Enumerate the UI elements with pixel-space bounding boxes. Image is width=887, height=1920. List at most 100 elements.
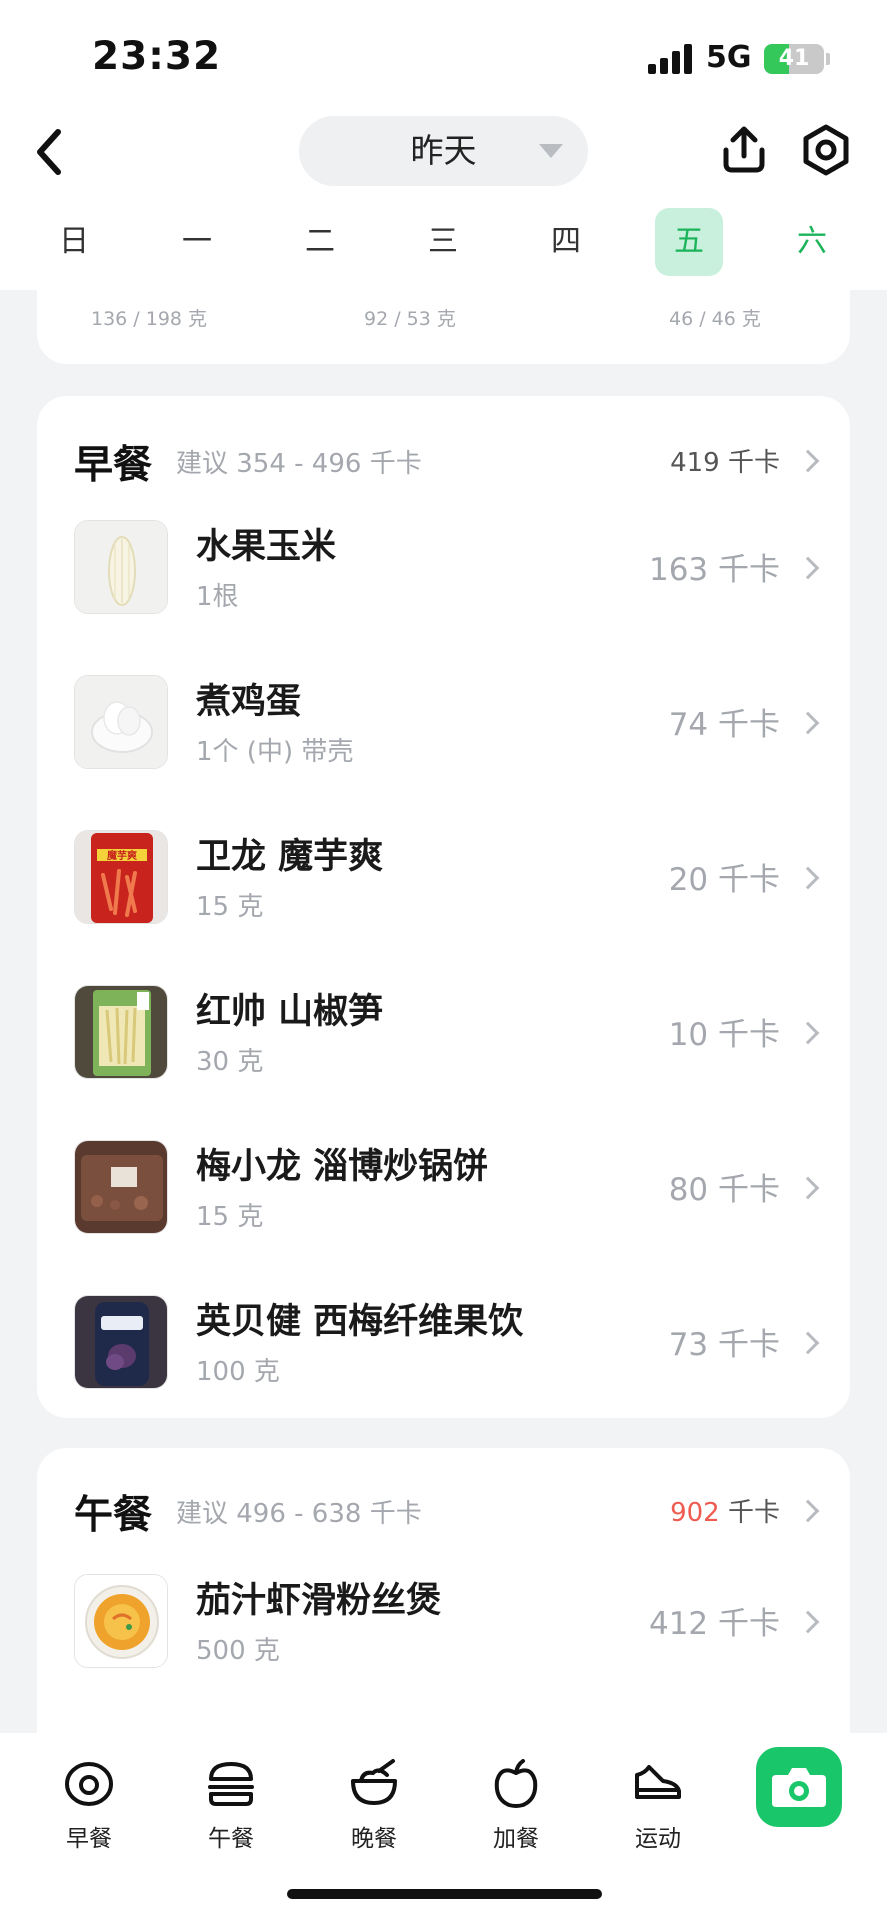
meal-total-unit: 千卡	[727, 448, 780, 478]
breakfast-card: 早餐 建议 354 - 496 千卡 419 千卡 水果玉米 1根 163 千卡	[37, 396, 850, 1418]
weekday-wed[interactable]: 三	[409, 208, 477, 276]
tab-breakfast[interactable]: 早餐	[34, 1747, 144, 1857]
meal-suggestion: 建议 354 - 496 千卡	[176, 449, 422, 479]
food-calories: 74 千卡	[668, 707, 780, 743]
food-item[interactable]: 英贝健 西梅纤维果饮 100 克 73 千卡	[37, 1291, 850, 1446]
chevron-right-icon	[796, 1610, 820, 1634]
share-button[interactable]	[718, 124, 770, 176]
carbs-amount: 136 / 198 克	[91, 308, 208, 330]
meal-suggestion: 建议 496 - 638 千卡	[176, 1499, 422, 1529]
network-type: 5G	[706, 40, 752, 75]
weekday-mon[interactable]: 一	[163, 208, 231, 276]
food-quantity: 15 克	[196, 892, 264, 922]
protein-amount: 46 / 46 克	[669, 308, 761, 330]
weekday-thu[interactable]: 四	[532, 208, 600, 276]
battery-icon: 41	[764, 44, 824, 74]
settings-button[interactable]	[800, 124, 852, 176]
chevron-left-icon	[37, 129, 61, 175]
food-calories: 163 千卡	[648, 552, 780, 588]
food-thumbnail-bamboo-shoots	[74, 985, 168, 1079]
food-calories: 73 千卡	[668, 1327, 780, 1363]
camera-button[interactable]	[756, 1747, 842, 1827]
weekday-fri-selected[interactable]: 五	[655, 208, 723, 276]
gear-icon	[803, 124, 849, 176]
food-name: 红帅 山椒笋	[196, 992, 384, 1032]
weekday-tue[interactable]: 二	[286, 208, 354, 276]
food-thumbnail-prune-drink	[74, 1295, 168, 1389]
chevron-right-icon	[796, 711, 820, 735]
food-name: 煮鸡蛋	[196, 682, 302, 722]
camera-icon	[772, 1768, 826, 1807]
chevron-right-icon	[796, 1331, 820, 1355]
sneaker-icon	[635, 1765, 681, 1799]
chevron-right-icon	[796, 1499, 820, 1523]
food-item[interactable]: 梅小龙 淄博炒锅饼 15 克 80 千卡	[37, 1136, 850, 1291]
week-selector: 日 一 二 三 四 五 六	[0, 208, 887, 280]
tab-lunch[interactable]: 午餐	[176, 1747, 286, 1857]
food-thumbnail-shrimp-pot	[74, 1574, 168, 1668]
meal-total-value: 419	[670, 448, 720, 478]
tab-dinner[interactable]: 晚餐	[319, 1747, 429, 1857]
food-quantity: 15 克	[196, 1202, 264, 1232]
burger-icon	[208, 1762, 254, 1806]
food-quantity: 1个 (中) 带壳	[196, 737, 354, 767]
weekday-sat[interactable]: 六	[778, 208, 846, 276]
food-item[interactable]: 煮鸡蛋 1个 (中) 带壳 74 千卡	[37, 671, 850, 826]
food-item[interactable]: 茄汁虾滑粉丝煲 500 克 412 千卡	[37, 1570, 850, 1725]
food-quantity: 100 克	[196, 1357, 280, 1387]
food-thumbnail-pancake	[74, 1140, 168, 1234]
food-item[interactable]: 红帅 山椒笋 30 克 10 千卡	[37, 981, 850, 1136]
tab-snack[interactable]: 加餐	[461, 1747, 571, 1857]
home-indicator	[287, 1889, 602, 1899]
food-name: 水果玉米	[196, 527, 337, 567]
food-item[interactable]: 水果玉米 1根 163 千卡	[37, 516, 850, 671]
meal-total[interactable]: 419 千卡	[670, 442, 780, 479]
cellular-signal-icon	[648, 44, 694, 74]
chevron-right-icon	[796, 1021, 820, 1045]
food-quantity: 1根	[196, 582, 239, 612]
weekday-sun[interactable]: 日	[40, 208, 108, 276]
chevron-right-icon	[796, 866, 820, 890]
food-name: 梅小龙 淄博炒锅饼	[196, 1147, 489, 1187]
food-name: 茄汁虾滑粉丝煲	[196, 1581, 442, 1621]
tab-label: 早餐	[66, 1826, 112, 1852]
chevron-right-icon	[796, 449, 820, 473]
food-thumbnail-egg	[74, 675, 168, 769]
chevron-right-icon	[796, 1176, 820, 1200]
back-button[interactable]	[30, 124, 70, 180]
apple-icon	[494, 1759, 538, 1808]
meal-total-unit: 千卡	[727, 1498, 780, 1528]
tab-label: 晚餐	[351, 1826, 397, 1852]
battery-tip	[826, 53, 830, 65]
food-thumbnail-corn	[74, 520, 168, 614]
tab-exercise[interactable]: 运动	[603, 1747, 713, 1857]
tab-label: 加餐	[493, 1826, 539, 1852]
food-item[interactable]: 魔芋爽 卫龙 魔芋爽 15 克 20 千卡	[37, 826, 850, 981]
share-icon	[723, 126, 765, 173]
day-selector[interactable]: 昨天	[299, 116, 588, 186]
food-calories: 20 千卡	[668, 862, 780, 898]
meal-title: 午餐	[74, 1493, 153, 1538]
breakfast-icon	[65, 1762, 113, 1806]
food-calories: 80 千卡	[668, 1172, 780, 1208]
fat-amount: 92 / 53 克	[364, 308, 456, 330]
food-thumbnail-konjac: 魔芋爽	[74, 830, 168, 924]
meal-total-value: 902	[670, 1498, 720, 1528]
meal-title: 早餐	[74, 443, 153, 488]
chevron-right-icon	[796, 556, 820, 580]
caret-down-icon	[539, 144, 563, 158]
meal-total[interactable]: 902 千卡	[670, 1492, 780, 1529]
diet-log-screen: 23:32 5G 41 昨天 日 一 二 三 四 五 六 136 / 198 克…	[0, 0, 887, 1920]
status-time: 23:32	[92, 34, 222, 79]
food-quantity: 30 克	[196, 1047, 264, 1077]
thumb-label: 魔芋爽	[107, 849, 137, 862]
tab-label: 运动	[635, 1826, 681, 1852]
header: 23:32 5G 41 昨天 日 一 二 三 四 五 六	[0, 0, 887, 290]
food-calories: 10 千卡	[668, 1017, 780, 1053]
food-quantity: 500 克	[196, 1636, 280, 1666]
food-name: 英贝健 西梅纤维果饮	[196, 1302, 524, 1342]
tab-label: 午餐	[208, 1826, 254, 1852]
bowl-icon	[351, 1759, 397, 1805]
food-calories: 412 千卡	[648, 1606, 780, 1642]
food-name: 卫龙 魔芋爽	[196, 837, 384, 877]
